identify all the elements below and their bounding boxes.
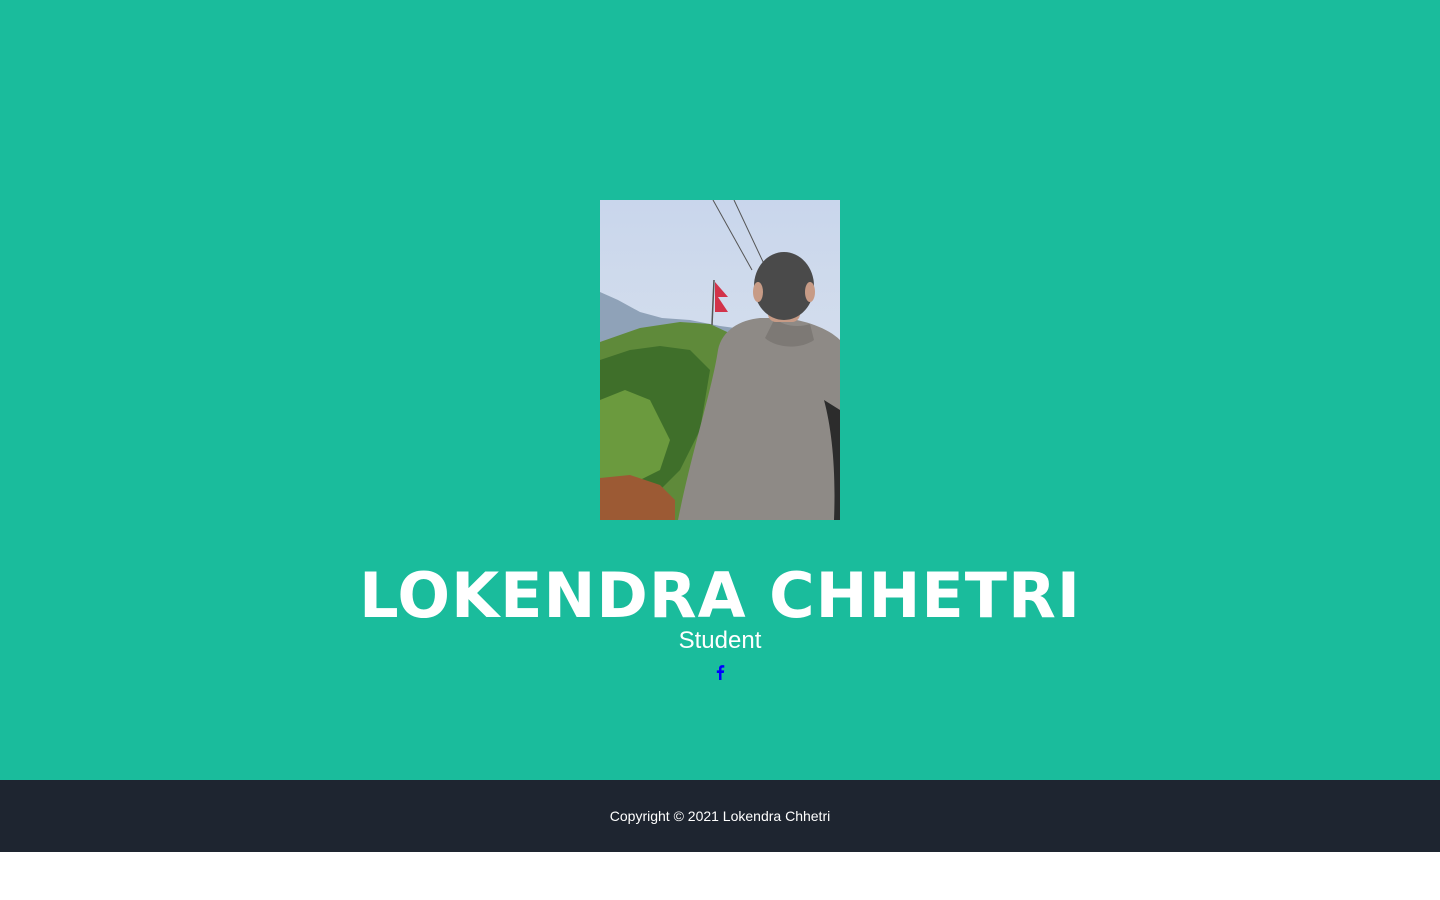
footer: Copyright © 2021 Lokendra Chhetri [0,780,1440,852]
facebook-link[interactable] [710,660,730,684]
facebook-icon [716,665,725,680]
profile-photo [600,200,840,520]
profile-name: LOKENDRA CHHETRI [359,559,1081,632]
profile-role: Student [678,627,762,654]
hero-section: LOKENDRA CHHETRI Student [0,0,1440,780]
copyright-text: Copyright © 2021 Lokendra Chhetri [609,808,831,824]
